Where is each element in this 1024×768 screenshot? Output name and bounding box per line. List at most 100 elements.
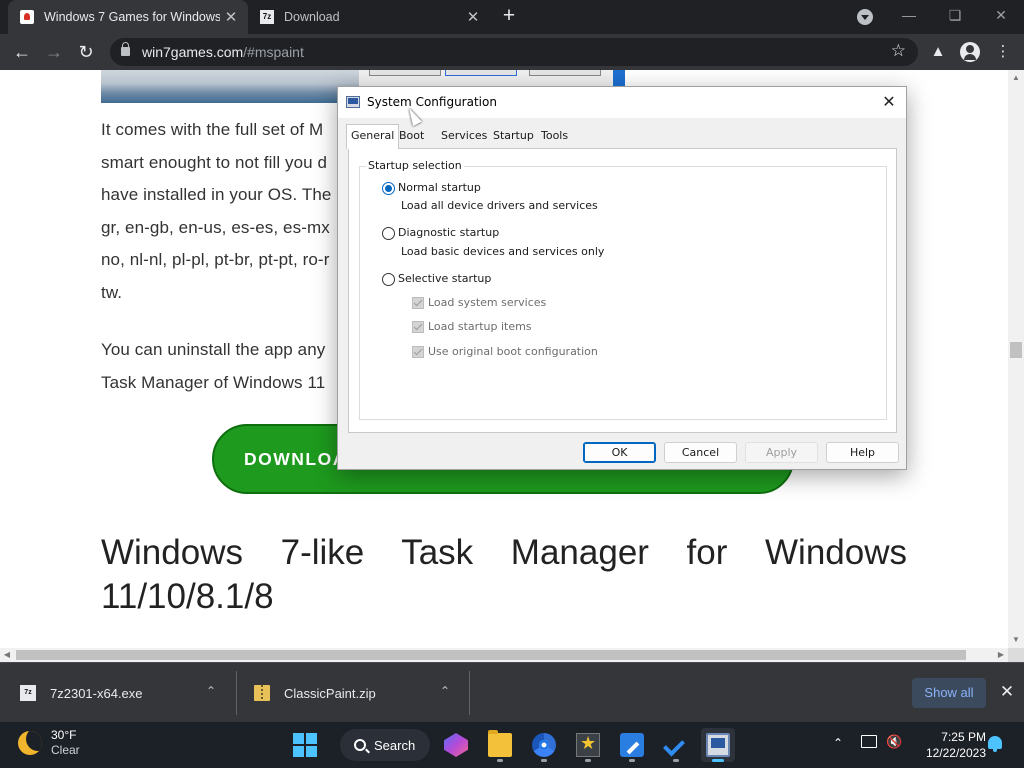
download-item[interactable]: 7z 7z2301-x64.exe ⌃ (20, 663, 230, 723)
download-item[interactable]: ClassicPaint.zip ⌃ (254, 663, 464, 723)
scrollbar-thumb[interactable] (16, 650, 966, 660)
body-paragraph: You can uninstall the app any Task Manag… (101, 340, 326, 392)
paint-app[interactable] (615, 728, 649, 762)
dialog-title: System Configuration (367, 95, 497, 109)
tab-search-icon[interactable] (857, 9, 873, 25)
cancel-button[interactable]: Cancel (664, 442, 737, 463)
volume-mute-icon[interactable]: 🔇 (886, 734, 902, 750)
minimize-icon[interactable]: — (894, 4, 924, 28)
download-filename: 7z2301-x64.exe (50, 685, 143, 701)
weather-widget[interactable]: 30°F Clear (18, 728, 80, 758)
restore-icon[interactable]: ❏ (940, 4, 970, 28)
chevron-up-icon[interactable]: ⌃ (206, 684, 216, 698)
diagnostic-startup-description: Load basic devices and services only (401, 245, 605, 258)
msconfig-icon (346, 96, 360, 108)
download-shelf: 7z 7z2301-x64.exe ⌃ ClassicPaint.zip ⌃ S… (0, 662, 1024, 722)
diagnostic-startup-label[interactable]: Diagnostic startup (398, 226, 499, 239)
file-explorer-app[interactable] (483, 728, 517, 762)
search-icon (354, 739, 366, 751)
load-system-services-checkbox[interactable] (412, 297, 424, 309)
menu-kebab-icon[interactable]: ⋮ (992, 41, 1014, 63)
lock-icon[interactable] (121, 42, 130, 56)
load-startup-items-label: Load startup items (428, 320, 532, 333)
load-startup-items-checkbox[interactable] (412, 321, 424, 333)
normal-startup-radio[interactable] (382, 182, 395, 195)
tab-close-icon[interactable]: ✕ (220, 8, 242, 26)
url-text[interactable]: win7games.com/#mspaint (142, 44, 304, 60)
tab-label: Download (284, 10, 340, 24)
tray-chevron-up-icon[interactable]: ⌃ (829, 734, 847, 752)
checkmark-icon (664, 733, 688, 757)
profile-icon[interactable] (960, 42, 980, 62)
cards-icon (20, 10, 34, 24)
tab-windows7-games[interactable]: Windows 7 Games for Windows ✕ (8, 0, 248, 34)
show-all-button[interactable]: Show all (912, 678, 986, 708)
use-original-boot-config-checkbox[interactable] (412, 346, 424, 358)
tab-tools[interactable]: Tools (538, 126, 571, 148)
horizontal-scrollbar[interactable]: ◀ ▶ (0, 648, 1008, 662)
chevron-up-icon[interactable]: ⌃ (440, 684, 450, 698)
group-caption: Startup selection (366, 159, 464, 172)
forward-icon[interactable]: → (42, 40, 66, 64)
paint-icon (620, 733, 644, 757)
clock-time: 7:25 PM (941, 730, 986, 744)
selective-startup-radio[interactable] (382, 273, 395, 286)
browser-toolbar: ← → ↻ win7games.com/#mspaint ☆ ▲ ⋮ (0, 34, 1024, 70)
divider (236, 671, 237, 715)
scrollbar-thumb[interactable] (1010, 342, 1022, 358)
selective-startup-label[interactable]: Selective startup (398, 272, 491, 285)
folder-icon (488, 730, 512, 757)
scroll-up-arrow-icon[interactable]: ▲ (1008, 70, 1024, 86)
body-paragraph: It comes with the full set of M smart en… (101, 120, 332, 302)
dialog-close-icon[interactable]: ✕ (876, 90, 902, 114)
heading-line: 11/10/8.1/8 (101, 577, 274, 616)
network-icon[interactable] (861, 735, 877, 748)
normal-startup-label[interactable]: Normal startup (398, 181, 481, 194)
tab-services[interactable]: Services (438, 126, 490, 148)
taskbar-search[interactable]: Search (340, 729, 430, 761)
chrome-app[interactable] (527, 728, 561, 762)
scroll-down-arrow-icon[interactable]: ▼ (1008, 632, 1024, 648)
general-tab-panel: Startup selection Normal startup Load al… (348, 148, 897, 433)
help-button[interactable]: Help (826, 442, 899, 463)
tab-close-icon[interactable]: ✕ (462, 8, 484, 26)
new-tab-button[interactable]: + (498, 5, 520, 27)
address-bar[interactable]: win7games.com/#mspaint ☆ (110, 38, 918, 66)
vertical-scrollbar[interactable]: ▲ ▼ (1008, 70, 1024, 648)
ok-button[interactable]: OK (583, 442, 656, 463)
tab-boot[interactable]: Boot (396, 126, 427, 148)
tab-general[interactable]: General (346, 124, 400, 149)
copilot-app[interactable] (439, 728, 473, 762)
taskbar-clock[interactable]: 7:25 PM 12/22/2023 (906, 729, 986, 761)
diagnostic-startup-radio[interactable] (382, 227, 395, 240)
system-configuration-app[interactable] (701, 728, 735, 762)
bookmark-star-icon[interactable]: ☆ (891, 41, 906, 61)
search-label: Search (374, 737, 416, 753)
games-app[interactable] (571, 728, 605, 762)
tab-label: Windows 7 Games for Windows (44, 10, 220, 24)
todo-app[interactable] (659, 728, 693, 762)
scroll-right-arrow-icon[interactable]: ▶ (994, 648, 1008, 662)
startup-selection-group: Startup selection Normal startup Load al… (359, 159, 887, 420)
start-button[interactable] (288, 728, 322, 762)
notification-bell-icon[interactable] (988, 736, 1002, 752)
scroll-left-arrow-icon[interactable]: ◀ (0, 648, 14, 662)
window-close-icon[interactable]: ✕ (986, 4, 1016, 28)
tab-download[interactable]: 7z Download ✕ (250, 0, 490, 34)
reload-icon[interactable]: ↻ (74, 40, 98, 64)
scrollbar-corner (1008, 648, 1024, 662)
download-filename: ClassicPaint.zip (284, 685, 376, 701)
load-system-services-label: Load system services (428, 296, 547, 309)
back-icon[interactable]: ← (10, 40, 34, 64)
dialog-titlebar[interactable]: System Configuration ✕ (338, 87, 906, 118)
shelf-close-icon[interactable]: ✕ (996, 681, 1018, 703)
tab-startup[interactable]: Startup (490, 126, 537, 148)
moon-icon (18, 731, 42, 755)
browser-tab-strip: Windows 7 Games for Windows ✕ 7z Downloa… (0, 0, 1024, 34)
chrome-icon (532, 733, 556, 757)
msconfig-icon (706, 733, 730, 757)
divider (469, 671, 470, 715)
system-configuration-dialog: System Configuration ✕ General Boot Serv… (337, 86, 907, 470)
apply-button[interactable]: Apply (745, 442, 818, 463)
extensions-icon[interactable]: ▲ (927, 41, 949, 63)
